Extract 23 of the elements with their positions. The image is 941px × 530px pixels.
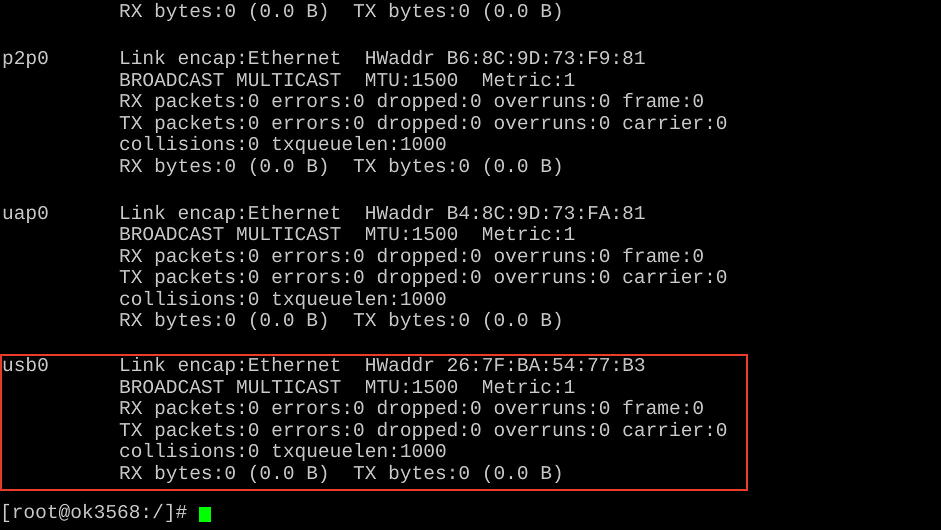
output-line: collisions:0 txqueuelen:1000 [119,442,448,464]
shell-prompt: [root@ok3568:/]# [0,502,188,524]
output-line: BROADCAST MULTICAST MTU:1500 Metric:1 [119,70,576,92]
output-line: BROADCAST MULTICAST MTU:1500 Metric:1 [119,378,576,399]
output-line: Link encap:Ethernet HWaddr B4:8C:9D:73:FA:81 [119,204,647,225]
interface-name: uap0 [2,204,50,226]
output-line: TX packets:0 errors:0 dropped:0 overruns:0 carrier:0 [119,268,728,290]
output-line: RX bytes:0 (0.0 B) TX bytes:0 (0.0 B) [119,2,564,24]
output-line: RX packets:0 errors:0 dropped:0 overruns:0 frame:0 [119,399,706,420]
output-line: TX packets:0 errors:0 dropped:0 overruns:0 carrier:0 [119,420,728,442]
output-line: RX bytes:0 (0.0 B) TX bytes:0 (0.0 B) [119,464,565,485]
output-line: TX packets:0 errors:0 dropped:0 overruns:0 carrier:0 [119,114,728,135]
output-line: collisions:0 txqueuelen:1000 [119,135,448,156]
output-line: RX bytes:0 (0.0 B) TX bytes:0 (0.0 B) [119,156,565,178]
output-line: RX packets:0 errors:0 dropped:0 overruns:0 frame:0 [119,246,706,268]
output-line: Link encap:Ethernet HWaddr B6:8C:9D:73:F9:81 [119,49,647,70]
output-line: RX bytes:0 (0.0 B) TX bytes:0 (0.0 B) [119,311,565,332]
interface-name: usb0 [2,356,50,379]
interface-name: p2p0 [2,49,50,72]
output-line: RX packets:0 errors:0 dropped:0 overruns:0 frame:0 [119,92,706,114]
output-line: collisions:0 txqueuelen:1000 [119,290,448,311]
output-line: BROADCAST MULTICAST MTU:1500 Metric:1 [119,225,576,246]
output-line: Link encap:Ethernet HWaddr 26:7F:BA:54:77:B3 [119,356,647,378]
